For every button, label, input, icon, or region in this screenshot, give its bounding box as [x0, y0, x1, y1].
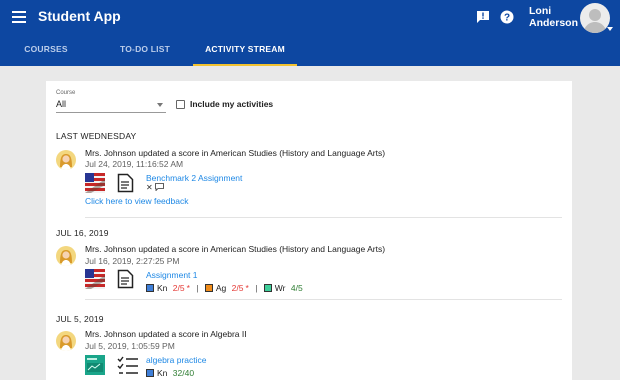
standard-code: Ag	[215, 282, 227, 293]
teacher-avatar	[56, 150, 76, 170]
assignment-link[interactable]: Benchmark 2 Assignment	[146, 173, 242, 183]
teacher-avatar-icon	[60, 335, 72, 351]
score-flag: *	[245, 282, 249, 293]
activity-timestamp: Jul 24, 2019, 11:16:52 AM	[85, 159, 184, 169]
activity-timestamp: Jul 5, 2019, 1:05:59 PM	[85, 341, 175, 351]
standard-color-swatch	[146, 368, 154, 377]
view-feedback-link[interactable]: Click here to view feedback	[85, 196, 188, 206]
tab-to-do-list[interactable]: TO-DO LIST	[105, 44, 185, 66]
standard-code: Wr	[274, 282, 286, 293]
score-list: Kn 32/40	[146, 367, 194, 378]
app-bar: Student App ? Loni Anderson COURSES TO-D…	[0, 0, 620, 66]
algebra-course-icon	[85, 355, 105, 375]
assignment-document-icon	[117, 269, 134, 289]
score-value: 32/40	[172, 367, 195, 378]
activity-timestamp: Jul 16, 2019, 2:27:25 PM	[85, 256, 180, 266]
teacher-avatar	[56, 246, 76, 266]
teacher-avatar-icon	[60, 250, 72, 266]
assignment-link[interactable]: Assignment 1	[146, 270, 198, 280]
checklist-icon	[117, 356, 138, 374]
activity-message: Mrs. Johnson updated a score in American…	[85, 148, 386, 158]
svg-text:?: ?	[504, 13, 510, 24]
course-filter-label: Course	[56, 90, 76, 96]
app-title: Student App	[38, 8, 121, 24]
assignment-link[interactable]: algebra practice	[146, 355, 206, 365]
account-menu-caret-icon[interactable]	[607, 27, 613, 31]
divider	[85, 299, 562, 300]
american-flag-icon	[85, 269, 105, 289]
assignment-document-icon	[117, 173, 134, 193]
teacher-avatar-icon	[60, 154, 72, 170]
score-flag: *	[186, 282, 190, 293]
feedback-icon[interactable]	[476, 10, 490, 24]
include-my-activities-label[interactable]: Include my activities	[190, 99, 273, 109]
close-icon: ✕	[146, 183, 153, 192]
comment-icon	[155, 183, 164, 192]
menu-icon[interactable]	[12, 11, 26, 23]
score-value: 2/5	[172, 282, 185, 293]
dropdown-arrow-icon	[157, 103, 163, 107]
score-value: 2/5	[231, 282, 244, 293]
standard-color-swatch	[263, 283, 272, 292]
score-value: 4/5	[290, 282, 303, 293]
standard-color-swatch	[204, 283, 213, 292]
teacher-avatar	[56, 331, 76, 351]
help-icon[interactable]: ?	[500, 10, 514, 24]
course-select-value: All	[56, 99, 67, 109]
score-separator: |	[255, 282, 258, 293]
activity-message: Mrs. Johnson updated a score in Algebra …	[85, 329, 247, 339]
course-thumbnail	[85, 355, 105, 375]
standard-code: Kn	[157, 282, 168, 293]
feedback-status-icons: ✕	[146, 183, 164, 192]
group-heading: JUL 5, 2019	[56, 314, 104, 324]
user-avatar-icon	[583, 9, 607, 33]
score-separator: |	[196, 282, 199, 293]
include-my-activities-checkbox[interactable]	[176, 100, 185, 109]
score-list: Kn 2/5 * | Ag 2/5 * | Wr 4/5	[146, 282, 303, 293]
group-heading: LAST WEDNESDAY	[56, 131, 137, 141]
activity-message: Mrs. Johnson updated a score in American…	[85, 244, 386, 254]
tab-activity-stream[interactable]: ACTIVITY STREAM	[193, 44, 297, 66]
course-thumbnail	[85, 269, 105, 289]
divider	[85, 217, 562, 218]
american-flag-icon	[85, 173, 105, 193]
user-name[interactable]: Loni Anderson	[529, 5, 578, 29]
standard-color-swatch	[146, 283, 154, 292]
group-heading: JUL 16, 2019	[56, 228, 109, 238]
course-thumbnail	[85, 173, 105, 193]
activity-stream-card: Course All Include my activities LAST WE…	[46, 81, 572, 380]
avatar[interactable]	[580, 3, 610, 33]
tab-courses[interactable]: COURSES	[14, 44, 78, 66]
standard-code: Kn	[157, 367, 168, 378]
course-select[interactable]: All	[56, 98, 166, 113]
